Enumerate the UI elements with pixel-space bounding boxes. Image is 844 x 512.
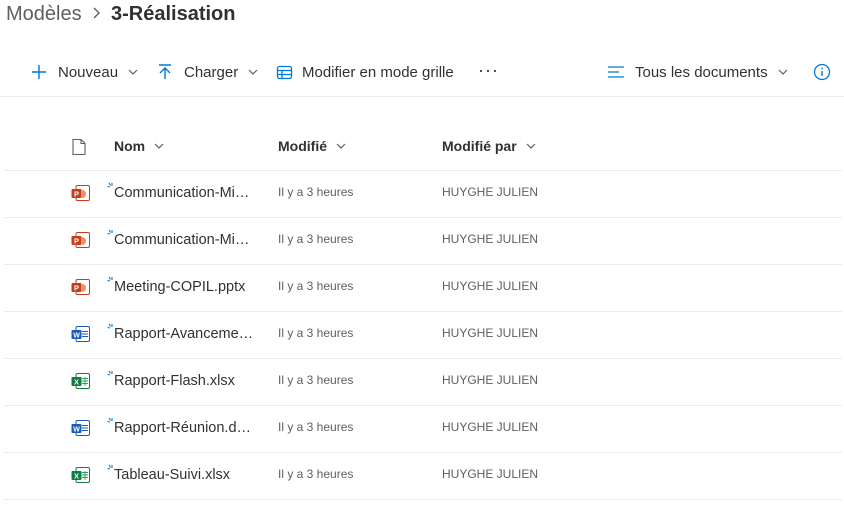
file-modified-by[interactable]: HUYGHE JULIEN <box>442 420 538 434</box>
file-modified: Il y a 3 heures <box>278 279 354 293</box>
file-name-link[interactable]: Tableau-Suivi.xlsx <box>114 467 256 483</box>
view-selector[interactable]: Tous les documents <box>607 60 789 84</box>
file-modified-by[interactable]: HUYGHE JULIEN <box>442 467 538 481</box>
powerpoint-file-icon: P <box>71 183 91 203</box>
file-modified-by[interactable]: HUYGHE JULIEN <box>442 232 538 246</box>
chevron-right-icon <box>93 7 100 19</box>
breadcrumb-parent[interactable]: Modèles <box>6 2 82 26</box>
column-header-name-label: Nom <box>114 138 146 154</box>
file-modified: Il y a 3 heures <box>278 373 354 387</box>
table-row[interactable]: W Rapport-Avancement.docx Il y a 3 heures H… <box>4 311 842 358</box>
file-name-link[interactable]: Rapport-Réunion.docx <box>114 420 256 436</box>
more-icon: ··· <box>478 59 499 80</box>
column-header-modified-label: Modifié <box>278 138 327 154</box>
powerpoint-file-icon: P <box>71 277 91 297</box>
excel-file-icon: X <box>71 465 91 485</box>
chevron-down-icon <box>248 69 258 75</box>
svg-text:W: W <box>73 333 80 340</box>
file-name-link[interactable]: Rapport-Avancement.docx <box>114 326 256 342</box>
upload-button[interactable]: Charger <box>156 60 259 84</box>
upload-button-label: Charger <box>184 63 239 81</box>
powerpoint-file-icon: P <box>71 230 91 250</box>
svg-text:X: X <box>74 472 79 481</box>
svg-text:X: X <box>74 378 79 387</box>
file-modified-by[interactable]: HUYGHE JULIEN <box>442 326 538 340</box>
grid-edit-button[interactable]: Modifier en mode grille <box>276 60 454 84</box>
new-button[interactable]: Nouveau <box>30 60 139 84</box>
column-header-modified[interactable]: Modifié <box>278 136 347 156</box>
file-type-icon[interactable] <box>71 138 87 156</box>
file-name-link[interactable]: Communication-Mise-en-service.pptx <box>114 232 256 248</box>
table-row[interactable]: W Rapport-Réunion.docx Il y a 3 heures HUYG… <box>4 405 842 452</box>
svg-text:P: P <box>74 190 79 199</box>
chevron-down-icon <box>526 143 536 149</box>
column-header-name[interactable]: Nom <box>114 136 165 156</box>
table-row[interactable]: P Communication-Mise-en-service.pptx Il y … <box>4 217 842 264</box>
chevron-down-icon <box>778 69 788 75</box>
svg-text:P: P <box>74 284 79 293</box>
file-modified-by[interactable]: HUYGHE JULIEN <box>442 373 538 387</box>
column-header-modified-by-label: Modifié par <box>442 138 517 154</box>
chevron-down-icon <box>128 69 138 75</box>
file-modified: Il y a 3 heures <box>278 232 354 246</box>
breadcrumb-current: 3-Réalisation <box>111 3 236 25</box>
column-header-modified-by[interactable]: Modifié par <box>442 136 537 156</box>
excel-file-icon: X <box>71 371 91 391</box>
file-name-link[interactable]: Meeting-COPIL.pptx <box>114 279 256 295</box>
file-modified: Il y a 3 heures <box>278 420 354 434</box>
grid-icon <box>276 65 293 79</box>
file-name-link[interactable]: Rapport-Flash.xlsx <box>114 373 256 389</box>
file-modified: Il y a 3 heures <box>278 467 354 481</box>
more-button[interactable]: ··· <box>478 58 499 82</box>
chevron-down-icon <box>154 143 164 149</box>
plus-icon <box>32 65 46 79</box>
view-selector-label: Tous les documents <box>635 63 768 81</box>
view-list-icon <box>608 66 624 78</box>
table-row[interactable]: X Tableau-Suivi.xlsx Il y a 3 heures HUYGHE… <box>4 452 842 499</box>
svg-text:W: W <box>73 427 80 434</box>
svg-text:P: P <box>74 237 79 246</box>
word-file-icon: W <box>71 418 91 438</box>
command-bar-divider <box>0 96 844 97</box>
table-row[interactable]: X Rapport-Flash.xlsx Il y a 3 heures HUYGHE… <box>4 358 842 405</box>
table-row[interactable]: P Meeting-COPIL.pptx Il y a 3 heures HUYGHE… <box>4 264 842 311</box>
file-modified-by[interactable]: HUYGHE JULIEN <box>442 185 538 199</box>
info-button[interactable] <box>813 60 831 84</box>
grid-edit-label: Modifier en mode grille <box>302 63 454 81</box>
chevron-down-icon <box>336 143 346 149</box>
upload-icon <box>159 64 171 79</box>
file-modified: Il y a 3 heures <box>278 326 354 340</box>
file-modified-by[interactable]: HUYGHE JULIEN <box>442 279 538 293</box>
file-modified: Il y a 3 heures <box>278 185 354 199</box>
row-divider <box>4 499 842 500</box>
new-button-label: Nouveau <box>58 63 119 81</box>
file-name-link[interactable]: Communication-Mise-en-place.pptx <box>114 185 256 201</box>
info-icon <box>813 63 831 81</box>
table-row[interactable]: P Communication-Mise-en-place.pptx Il y a … <box>4 170 842 217</box>
word-file-icon: W <box>71 324 91 344</box>
